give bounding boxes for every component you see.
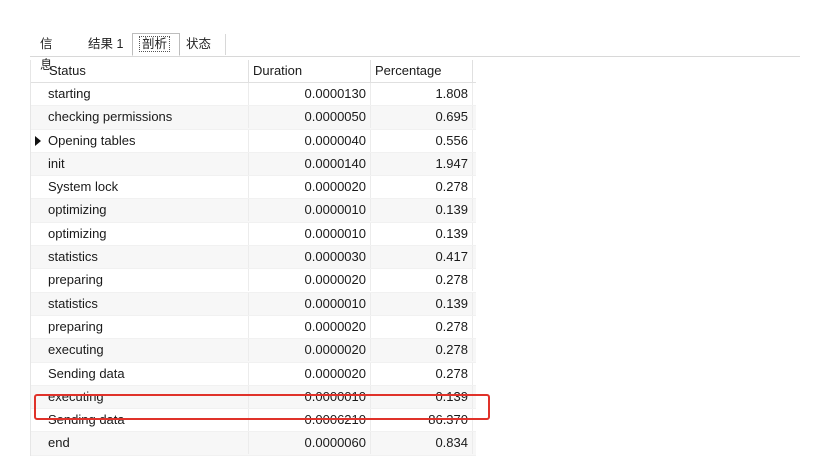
- table-row[interactable]: optimizing 0.0000010 0.139: [31, 222, 476, 247]
- current-row-pointer-icon: [35, 135, 41, 146]
- profile-grid: Status Duration Percentage starting 0.000…: [30, 60, 476, 456]
- row-indicator: [31, 432, 45, 454]
- cell-status[interactable]: preparing: [45, 315, 249, 338]
- result-tabbar: 信息 结果 1 剖析 状态: [30, 32, 800, 72]
- cell-status[interactable]: statistics: [45, 292, 249, 315]
- cell-percentage[interactable]: 0.139: [371, 385, 473, 408]
- cell-status[interactable]: starting: [45, 83, 249, 105]
- table-row[interactable]: Opening tables 0.0000040 0.556: [31, 129, 476, 153]
- cell-percentage[interactable]: 86.370: [371, 409, 473, 432]
- cell-status[interactable]: Sending data: [45, 409, 249, 432]
- tab-profile-label: 剖析: [139, 36, 171, 52]
- row-indicator: [31, 106, 45, 128]
- cell-percentage[interactable]: 0.417: [371, 246, 473, 269]
- cell-duration[interactable]: 0.0006210: [249, 409, 371, 432]
- table-row[interactable]: starting 0.0000130 1.808: [31, 83, 476, 107]
- column-header-percentage[interactable]: Percentage: [371, 60, 473, 82]
- row-indicator: [31, 199, 45, 221]
- cell-percentage[interactable]: 1.947: [371, 152, 473, 175]
- cell-percentage[interactable]: 0.278: [371, 339, 473, 362]
- row-indicator: [31, 130, 45, 152]
- row-indicator: [31, 153, 45, 175]
- cell-status[interactable]: executing: [45, 385, 249, 408]
- cell-duration[interactable]: 0.0000020: [249, 176, 371, 199]
- table-row[interactable]: init 0.0000140 1.947: [31, 152, 476, 177]
- cell-status[interactable]: executing: [45, 339, 249, 362]
- cell-percentage[interactable]: 0.278: [371, 176, 473, 199]
- tab-info[interactable]: 信息: [34, 34, 70, 72]
- row-indicator: [31, 246, 45, 268]
- grid-body: starting 0.0000130 1.808 checking permissio…: [31, 83, 476, 456]
- table-row[interactable]: checking permissions 0.0000050 0.695: [31, 106, 476, 130]
- cell-percentage[interactable]: 0.278: [371, 269, 473, 292]
- cell-status[interactable]: optimizing: [45, 199, 249, 222]
- grid-header: Status Duration Percentage: [31, 60, 476, 83]
- cell-duration[interactable]: 0.0000050: [249, 106, 371, 129]
- table-row[interactable]: Sending data 0.0006210 86.370: [31, 409, 476, 433]
- tab-result-1[interactable]: 结果 1: [82, 34, 132, 55]
- cell-percentage[interactable]: 0.556: [371, 129, 473, 152]
- row-indicator: [31, 83, 45, 105]
- row-indicator: [31, 269, 45, 291]
- row-indicator: [31, 386, 45, 408]
- table-row[interactable]: executing 0.0000020 0.278: [31, 339, 476, 363]
- table-row[interactable]: System lock 0.0000020 0.278: [31, 176, 476, 200]
- table-row[interactable]: Sending data 0.0000020 0.278: [31, 362, 476, 386]
- tab-status[interactable]: 状态: [180, 34, 226, 55]
- cell-percentage[interactable]: 0.834: [371, 432, 473, 455]
- cell-status[interactable]: end: [45, 432, 249, 455]
- cell-duration[interactable]: 0.0000140: [249, 152, 371, 175]
- cell-percentage[interactable]: 0.278: [371, 362, 473, 385]
- row-indicator: [31, 339, 45, 361]
- row-indicator: [31, 176, 45, 198]
- cell-percentage[interactable]: 0.278: [371, 315, 473, 338]
- row-indicator: [31, 223, 45, 245]
- cell-percentage[interactable]: 0.139: [371, 292, 473, 315]
- cell-duration[interactable]: 0.0000030: [249, 246, 371, 269]
- table-row[interactable]: executing 0.0000010 0.139: [31, 385, 476, 410]
- table-row[interactable]: statistics 0.0000010 0.139: [31, 292, 476, 316]
- cell-status[interactable]: preparing: [45, 269, 249, 292]
- cell-duration[interactable]: 0.0000020: [249, 362, 371, 385]
- column-header-status[interactable]: Status: [45, 60, 249, 82]
- row-indicator: [31, 409, 45, 431]
- cell-duration[interactable]: 0.0000020: [249, 315, 371, 338]
- cell-duration[interactable]: 0.0000020: [249, 339, 371, 362]
- cell-duration[interactable]: 0.0000130: [249, 83, 371, 105]
- cell-status[interactable]: init: [45, 152, 249, 175]
- cell-status[interactable]: optimizing: [45, 222, 249, 245]
- row-indicator: [31, 363, 45, 385]
- query-profile-panel: 信息 结果 1 剖析 状态 Status Duration Percentage…: [30, 28, 800, 456]
- cell-percentage[interactable]: 1.808: [371, 83, 473, 105]
- cell-status[interactable]: statistics: [45, 246, 249, 269]
- cell-status[interactable]: Sending data: [45, 362, 249, 385]
- cell-status[interactable]: Opening tables: [45, 129, 249, 152]
- table-row[interactable]: end 0.0000060 0.834: [31, 432, 476, 456]
- table-row[interactable]: optimizing 0.0000010 0.139: [31, 199, 476, 223]
- cell-duration[interactable]: 0.0000060: [249, 432, 371, 455]
- cell-status[interactable]: System lock: [45, 176, 249, 199]
- cell-percentage[interactable]: 0.139: [371, 222, 473, 245]
- cell-duration[interactable]: 0.0000010: [249, 292, 371, 315]
- cell-percentage[interactable]: 0.695: [371, 106, 473, 129]
- cell-status[interactable]: checking permissions: [45, 106, 249, 129]
- cell-duration[interactable]: 0.0000040: [249, 129, 371, 152]
- table-row[interactable]: preparing 0.0000020 0.278: [31, 269, 476, 293]
- table-row[interactable]: preparing 0.0000020 0.278: [31, 315, 476, 340]
- row-indicator: [31, 316, 45, 338]
- cell-duration[interactable]: 0.0000020: [249, 269, 371, 292]
- cell-percentage[interactable]: 0.139: [371, 199, 473, 222]
- tab-profile[interactable]: 剖析: [132, 33, 180, 56]
- cell-duration[interactable]: 0.0000010: [249, 385, 371, 408]
- row-indicator: [31, 293, 45, 315]
- table-row[interactable]: statistics 0.0000030 0.417: [31, 246, 476, 270]
- cell-duration[interactable]: 0.0000010: [249, 199, 371, 222]
- column-header-duration[interactable]: Duration: [249, 60, 371, 82]
- cell-duration[interactable]: 0.0000010: [249, 222, 371, 245]
